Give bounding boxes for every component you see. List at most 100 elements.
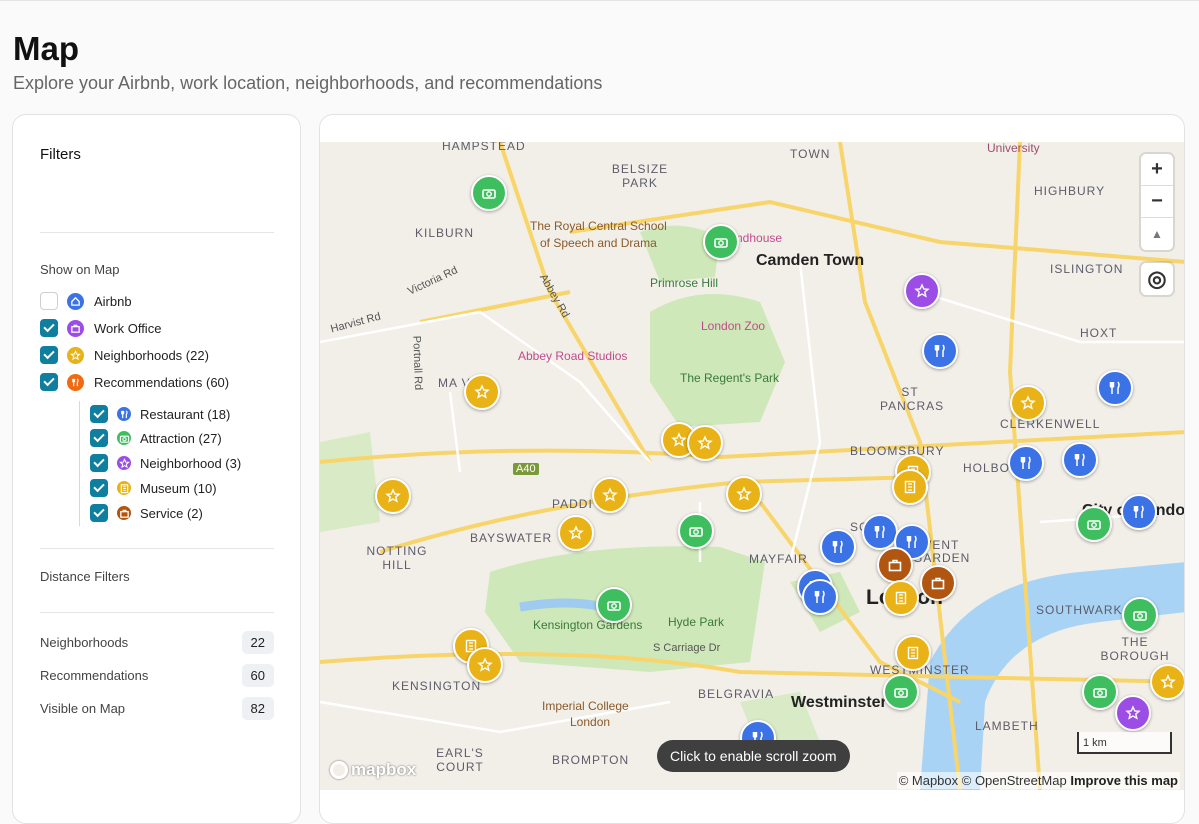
filter-airbnb[interactable]: Airbnb bbox=[40, 292, 132, 310]
map-label: EARL'S COURT bbox=[436, 746, 484, 774]
briefcase-icon bbox=[888, 559, 902, 572]
checkbox-airbnb[interactable] bbox=[40, 292, 58, 310]
filter-neighborhoods[interactable]: Neighborhoods (22) bbox=[40, 346, 209, 364]
checkbox-service[interactable] bbox=[90, 504, 108, 522]
fork-knife-icon bbox=[814, 590, 825, 603]
show-on-map-label: Show on Map bbox=[40, 262, 120, 277]
home-icon bbox=[67, 292, 84, 310]
attraction-marker[interactable] bbox=[596, 587, 632, 623]
neighborhood-star-marker[interactable] bbox=[558, 515, 594, 551]
restaurant-marker[interactable] bbox=[1008, 445, 1044, 481]
neighborhood-star-marker[interactable] bbox=[1010, 385, 1046, 421]
stat-neighborhoods: Neighborhoods 22 bbox=[40, 631, 274, 654]
zoom-in-button[interactable]: + bbox=[1141, 154, 1173, 186]
attraction-marker[interactable] bbox=[703, 224, 739, 260]
attraction-marker[interactable] bbox=[1076, 506, 1112, 542]
neighborhood-marker[interactable] bbox=[904, 273, 940, 309]
map-canvas[interactable]: HAMPSTEAD BELSIZE PARK TOWN University H… bbox=[320, 142, 1184, 790]
restaurant-marker[interactable] bbox=[1097, 370, 1133, 406]
map-label: BROMPTON bbox=[552, 753, 630, 767]
filter-attraction[interactable]: Attraction (27) bbox=[90, 429, 222, 447]
museum-marker[interactable] bbox=[895, 635, 931, 671]
map-label: Westminster bbox=[791, 694, 887, 711]
filter-recommendations[interactable]: Recommendations (60) bbox=[40, 373, 229, 391]
restaurant-marker[interactable] bbox=[1062, 442, 1098, 478]
zoom-out-button[interactable]: − bbox=[1141, 186, 1173, 218]
neighborhood-marker[interactable] bbox=[1115, 695, 1151, 731]
locate-button[interactable]: ◎ bbox=[1141, 263, 1173, 295]
restaurant-marker[interactable] bbox=[1121, 494, 1157, 530]
camera-icon bbox=[689, 527, 703, 537]
museum-marker[interactable] bbox=[892, 469, 928, 505]
checkbox-museum[interactable] bbox=[90, 479, 108, 497]
filter-neighborhood[interactable]: Neighborhood (3) bbox=[90, 454, 241, 472]
map-label: CLERKENWELL bbox=[1000, 417, 1101, 431]
museum-marker[interactable] bbox=[883, 580, 919, 616]
attraction-marker[interactable] bbox=[883, 674, 919, 710]
checkbox-neighborhood[interactable] bbox=[90, 454, 108, 472]
map-label: ndhouse bbox=[736, 231, 783, 245]
map-label: The Royal Central School bbox=[530, 219, 667, 233]
map-label: BAYSWATER bbox=[470, 531, 553, 545]
star-icon bbox=[385, 488, 401, 503]
map-label: Kensington Gardens bbox=[533, 618, 643, 632]
checkbox-restaurant[interactable] bbox=[90, 405, 108, 423]
star-icon bbox=[1160, 674, 1176, 689]
filter-service[interactable]: Service (2) bbox=[90, 504, 203, 522]
star-icon bbox=[1020, 395, 1036, 410]
neighborhood-star-marker[interactable] bbox=[464, 374, 500, 410]
neighborhood-star-marker[interactable] bbox=[687, 425, 723, 461]
briefcase-icon bbox=[67, 319, 84, 337]
restaurant-marker[interactable] bbox=[820, 529, 856, 565]
neighborhood-star-marker[interactable] bbox=[726, 476, 762, 512]
checkbox-attraction[interactable] bbox=[90, 429, 108, 447]
filter-restaurant[interactable]: Restaurant (18) bbox=[90, 405, 230, 423]
checkbox-work-office[interactable] bbox=[40, 319, 58, 337]
building-icon bbox=[904, 480, 916, 494]
checkbox-neighborhoods[interactable] bbox=[40, 346, 58, 364]
stat-value: 22 bbox=[241, 631, 274, 654]
improve-map-link[interactable]: Improve this map bbox=[1070, 773, 1178, 788]
fork-knife-icon bbox=[67, 373, 84, 391]
mapbox-ring-icon bbox=[330, 761, 348, 779]
restaurant-marker[interactable] bbox=[802, 579, 838, 615]
restaurant-marker[interactable] bbox=[922, 333, 958, 369]
attraction-marker[interactable] bbox=[471, 175, 507, 211]
neighborhood-star-marker[interactable] bbox=[1150, 664, 1184, 700]
attraction-marker[interactable] bbox=[678, 513, 714, 549]
sub-filter-rule bbox=[79, 401, 80, 526]
filter-work-office[interactable]: Work Office bbox=[40, 319, 161, 337]
compass-button[interactable]: ▲ bbox=[1141, 218, 1173, 250]
map-label: BLOOMSBURY bbox=[850, 444, 945, 458]
star-icon bbox=[914, 283, 930, 298]
attribution-text[interactable]: © Mapbox © OpenStreetMap bbox=[899, 773, 1067, 788]
scroll-zoom-hint[interactable]: Click to enable scroll zoom bbox=[657, 740, 850, 772]
mapbox-logo[interactable]: mapbox bbox=[330, 760, 416, 780]
map-label: London Zoo bbox=[701, 319, 766, 333]
filter-label: Service (2) bbox=[140, 505, 203, 521]
filter-label: Neighborhood (3) bbox=[140, 455, 242, 471]
attraction-marker[interactable] bbox=[1122, 597, 1158, 633]
service-marker[interactable] bbox=[877, 547, 913, 583]
neighborhood-star-marker[interactable] bbox=[467, 647, 503, 683]
fork-knife-icon bbox=[906, 535, 917, 548]
star-icon bbox=[1125, 705, 1141, 720]
filter-label: Museum (10) bbox=[140, 480, 217, 496]
stat-recommendations: Recommendations 60 bbox=[40, 664, 274, 687]
neighborhood-star-marker[interactable] bbox=[375, 478, 411, 514]
restaurant-marker[interactable] bbox=[862, 514, 898, 550]
map-label: BELGRAVIA bbox=[698, 687, 775, 701]
attraction-marker[interactable] bbox=[1082, 674, 1118, 710]
neighborhood-star-marker[interactable] bbox=[592, 477, 628, 513]
camera-icon bbox=[607, 601, 621, 611]
checkbox-recommendations[interactable] bbox=[40, 373, 58, 391]
camera-icon bbox=[714, 238, 728, 248]
map-label: HAMPSTEAD bbox=[442, 142, 526, 153]
stat-label: Neighborhoods bbox=[40, 635, 129, 650]
filter-museum[interactable]: Museum (10) bbox=[90, 479, 217, 497]
star-icon bbox=[568, 525, 584, 540]
stat-label: Recommendations bbox=[40, 668, 149, 683]
service-marker[interactable] bbox=[920, 565, 956, 601]
star-icon bbox=[474, 384, 490, 399]
mapbox-brand: mapbox bbox=[351, 760, 417, 779]
